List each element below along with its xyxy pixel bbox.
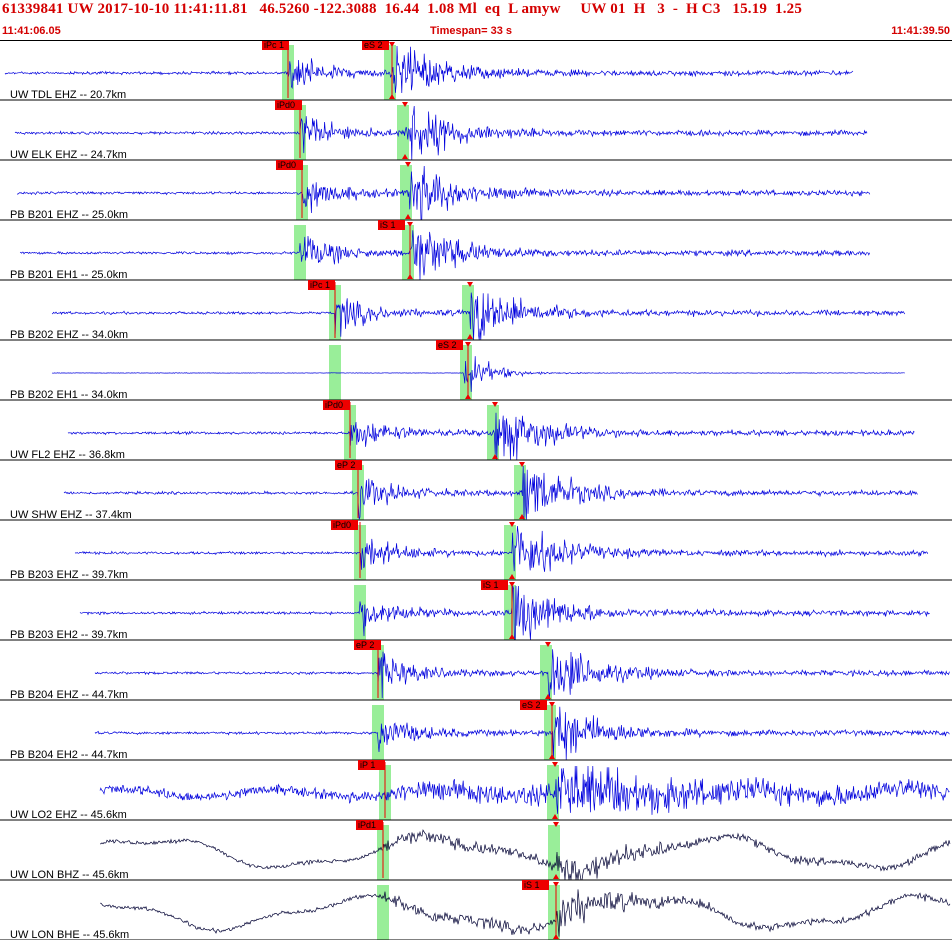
seismogram-plot[interactable]: iPc 1 eS 2 UW TDL EHZ -- 20.7km iPd0 UW ELK … — [0, 40, 952, 940]
pick-label: iP 1 — [360, 760, 375, 770]
start-time: 11:41:06.05 — [2, 25, 61, 37]
pick-label: eP 2 — [337, 460, 355, 470]
pick-label: iS 1 — [380, 220, 396, 230]
channel-label: UW SHW EHZ -- 37.4km — [10, 509, 132, 521]
channel-label: PB B204 EH2 -- 44.7km — [10, 749, 127, 761]
channel-label: PB B204 EHZ -- 44.7km — [10, 689, 128, 701]
waveform-trace[interactable] — [99, 829, 951, 881]
waveform-trace[interactable] — [94, 706, 950, 760]
channel-label: UW ELK EHZ -- 24.7km — [10, 149, 127, 161]
pick-label: iPd0 — [277, 100, 295, 110]
pick-label: eS 2 — [522, 700, 541, 710]
waveform-trace[interactable] — [74, 525, 929, 572]
channel-label: PB B203 EHZ -- 39.7km — [10, 569, 128, 581]
header-bar: 61339841 UW 2017-10-10 11:41:11.81 46.52… — [0, 0, 952, 40]
p-window — [377, 885, 389, 940]
s-window — [402, 225, 414, 280]
waveform-trace[interactable] — [4, 45, 854, 94]
end-time: 11:41:39.50 — [891, 25, 950, 37]
pick-label: iPc 1 — [264, 40, 284, 50]
waveform-trace[interactable] — [94, 649, 950, 701]
pick-label: iS 1 — [524, 880, 540, 890]
event-title: 61339841 UW 2017-10-10 11:41:11.81 46.52… — [2, 1, 803, 17]
s-window — [548, 825, 560, 880]
channel-label: UW LON BHE -- 45.6km — [10, 929, 129, 940]
pick-label: iPd0 — [333, 520, 351, 530]
waveform-trace[interactable] — [16, 165, 871, 221]
channel-label: PB B201 EHZ -- 25.0km — [10, 209, 128, 221]
waveform-trace[interactable] — [51, 292, 906, 341]
waveform-trace[interactable] — [99, 765, 950, 815]
channel-label: PB B202 EHZ -- 34.0km — [10, 329, 128, 341]
pick-label: eS 2 — [364, 40, 383, 50]
pick-label: eP 2 — [356, 640, 374, 650]
waveform-trace[interactable] — [19, 230, 870, 281]
timespan: Timespan= 33 s — [430, 25, 513, 37]
waveform-trace[interactable] — [51, 356, 905, 392]
channel-label: UW FL2 EHZ -- 36.8km — [10, 449, 125, 461]
channel-label: PB B203 EH2 -- 39.7km — [10, 629, 127, 641]
channel-label: UW TDL EHZ -- 20.7km — [10, 89, 126, 101]
channel-label: PB B201 EH1 -- 25.0km — [10, 269, 127, 281]
waveform-trace[interactable] — [63, 465, 918, 521]
pick-label: eS 2 — [438, 340, 457, 350]
waveform-trace[interactable] — [100, 889, 951, 937]
channel-label: UW LO2 EHZ -- 45.6km — [10, 809, 127, 821]
channel-label: PB B202 EH1 -- 34.0km — [10, 389, 127, 401]
pick-label: iPd0 — [278, 160, 296, 170]
pick-label: iS 1 — [483, 580, 499, 590]
waveform-trace[interactable] — [14, 105, 868, 161]
pick-label: iPd0 — [325, 400, 343, 410]
p-window — [294, 225, 306, 280]
s-window — [548, 885, 560, 940]
s-window — [384, 45, 396, 100]
channel-label: UW LON BHZ -- 45.6km — [10, 869, 129, 881]
pick-label: iPc 1 — [310, 280, 330, 290]
pick-label: iPd1 — [358, 820, 376, 830]
